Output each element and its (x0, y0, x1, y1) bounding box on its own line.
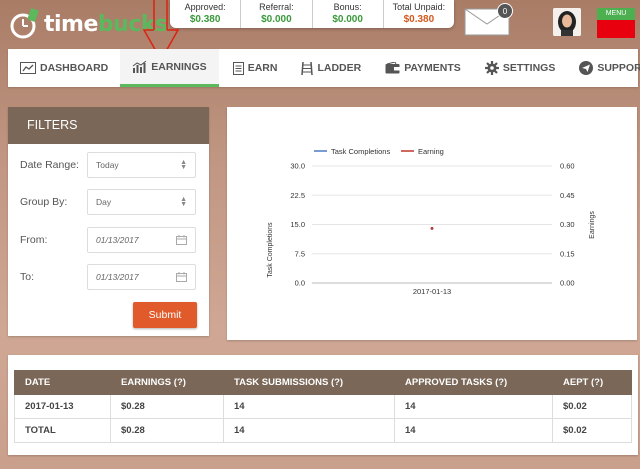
y-tick-label: 7.5 (295, 249, 305, 258)
y2-tick-label: 0.30 (560, 220, 575, 229)
y-tick-label: 0.0 (295, 279, 305, 288)
data-point-earning[interactable] (430, 227, 434, 230)
table-row: 2017-01-13 $0.28 14 14 $0.02 (14, 394, 632, 419)
x-tick-label: 2017-01-13 (413, 287, 451, 296)
tab-dashboard-label: DASHBOARD (40, 62, 109, 74)
y-axis-label: Task Completions (267, 222, 274, 278)
tab-earn-label: EARN (247, 62, 278, 74)
cell-task-submissions: 14 (223, 418, 395, 443)
tab-ladder-label: LADDER (317, 62, 362, 74)
calendar-icon[interactable] (176, 235, 187, 245)
tab-payments-label: PAYMENTS (404, 62, 461, 74)
menu-label: MENU (597, 8, 635, 20)
earnings-chart: Task Completions Earning Task Completion… (267, 147, 596, 296)
cell-date: TOTAL (14, 418, 111, 443)
tab-ladder[interactable]: LADDER (289, 49, 373, 87)
from-date-input[interactable]: 01/13/2017 (87, 227, 196, 253)
y2-axis-label: Earnings (589, 211, 596, 239)
group-by-row: Group By: Day ▲ ▼ (20, 189, 196, 215)
tab-settings-label: SETTINGS (502, 62, 556, 74)
tab-earn[interactable]: EARN (219, 49, 290, 87)
cell-approved-tasks: 14 (394, 418, 553, 443)
chart-grid (312, 165, 552, 284)
group-by-label: Group By: (20, 196, 68, 208)
group-by-select[interactable]: Day ▲ ▼ (87, 189, 196, 215)
calendar-icon[interactable] (176, 272, 187, 282)
tab-payments[interactable]: PAYMENTS (373, 49, 473, 87)
chart-legend: Task Completions Earning (314, 147, 444, 156)
earnings-table: DATE EARNINGS (?) TASK SUBMISSIONS (?) A… (14, 370, 632, 443)
from-row: From: 01/13/2017 (20, 227, 196, 253)
chart-points (430, 227, 434, 230)
y-tick-label: 30.0 (290, 162, 305, 171)
col-task-submissions[interactable]: TASK SUBMISSIONS (?) (223, 370, 395, 395)
date-range-select[interactable]: Today ▲ ▼ (87, 152, 196, 178)
to-date-value: 01/13/2017 (96, 272, 139, 282)
date-range-row: Date Range: Today ▲ ▼ (20, 152, 196, 178)
col-approved-tasks[interactable]: APPROVED TASKS (?) (394, 370, 553, 395)
tab-support-label: SUPPORT (597, 62, 640, 74)
group-by-value: Day (96, 197, 112, 207)
legend-earning: Earning (418, 147, 444, 156)
cell-earnings: $0.28 (110, 394, 224, 419)
clock-logo-icon (8, 7, 42, 41)
document-icon (232, 61, 244, 75)
wallet-icon (385, 62, 401, 74)
y-tick-label: 22.5 (290, 191, 305, 200)
filters-title: FILTERS (8, 107, 209, 144)
ladder-icon (301, 61, 314, 75)
main-nav: DASHBOARD EARNINGS EARN LADDER PAYMENTS … (8, 49, 640, 87)
cell-approved-tasks: 14 (394, 394, 553, 419)
cell-earnings: $0.28 (110, 418, 224, 443)
cell-task-submissions: 14 (223, 394, 395, 419)
y2-tick-label: 0.00 (560, 279, 575, 288)
select-arrows-icon: ▲ ▼ (180, 196, 187, 208)
earnings-chart-card: Task Completions Earning Task Completion… (227, 107, 637, 340)
cell-aept: $0.02 (552, 394, 632, 419)
dashboard-icon (20, 62, 36, 74)
cell-aept: $0.02 (552, 418, 632, 443)
send-icon (579, 61, 594, 75)
filters-panel: FILTERS Date Range: Today ▲ ▼ Group By: D… (8, 107, 209, 336)
tab-settings[interactable]: SETTINGS (473, 49, 568, 87)
stat-total-unpaid: Total Unpaid: $0.380 (392, 2, 446, 25)
stat-referral: Referral: $0.000 (241, 0, 313, 28)
cell-date: 2017-01-13 (14, 394, 111, 419)
from-label: From: (20, 234, 48, 246)
from-date-value: 01/13/2017 (96, 235, 139, 245)
y-tick-label: 15.0 (290, 220, 305, 229)
earnings-table-card: DATE EARNINGS (?) TASK SUBMISSIONS (?) A… (8, 355, 638, 455)
col-earnings[interactable]: EARNINGS (?) (110, 370, 224, 395)
to-row: To: 01/13/2017 (20, 264, 196, 290)
submit-button[interactable]: Submit (133, 302, 197, 328)
col-date[interactable]: DATE (14, 370, 111, 395)
select-arrows-icon: ▲ ▼ (180, 159, 187, 171)
legend-task-completions: Task Completions (331, 147, 390, 156)
mail-count-badge: 0 (497, 3, 513, 19)
col-aept[interactable]: AEPT (?) (552, 370, 632, 395)
y2-tick-label: 0.15 (560, 249, 575, 258)
gear-icon (484, 61, 499, 75)
to-date-input[interactable]: 01/13/2017 (87, 264, 196, 290)
balance-summary: Approved: $0.380 Referral: $0.000 Bonus:… (170, 0, 454, 28)
to-label: To: (20, 271, 35, 283)
date-range-value: Today (96, 160, 119, 170)
tab-earnings[interactable]: EARNINGS (120, 49, 219, 87)
stat-bonus: Bonus: $0.000 (313, 0, 384, 28)
menu-button[interactable]: MENU (597, 8, 635, 38)
avatar[interactable] (553, 8, 581, 36)
table-header-row: DATE EARNINGS (?) TASK SUBMISSIONS (?) A… (14, 370, 632, 395)
date-range-label: Date Range: (20, 159, 79, 171)
y2-tick-label: 0.60 (560, 162, 575, 171)
y2-tick-label: 0.45 (560, 191, 575, 200)
tab-support[interactable]: SUPPORT (567, 49, 640, 87)
tab-earnings-label: EARNINGS (151, 60, 207, 73)
bar-chart-icon (132, 60, 147, 73)
tab-dashboard[interactable]: DASHBOARD (8, 49, 120, 87)
table-total-row: TOTAL $0.28 14 14 $0.02 (14, 418, 632, 443)
